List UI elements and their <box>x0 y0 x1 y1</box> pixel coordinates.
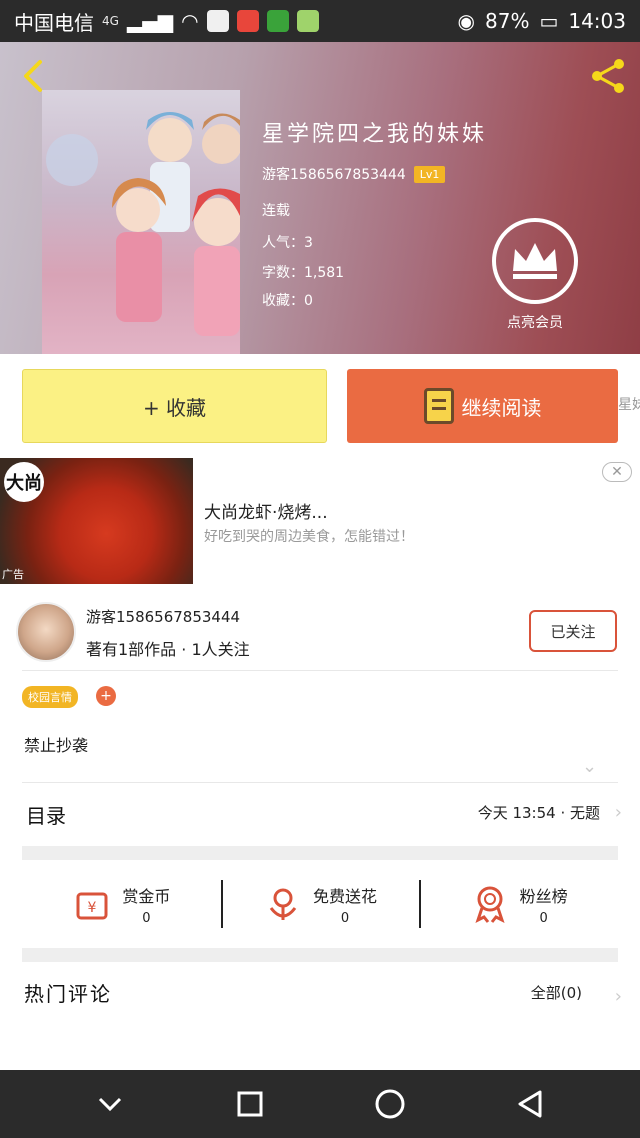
level-badge: Lv1 <box>413 165 446 183</box>
clock: 14:03 <box>568 9 626 33</box>
stat-value-flowers: 0 <box>340 910 350 926</box>
recent-apps-icon[interactable] <box>230 1084 270 1124</box>
follow-button[interactable]: 已关注 <box>529 610 617 652</box>
section-gap <box>22 846 618 860</box>
coin-icon: ¥ <box>76 892 108 920</box>
section-gap <box>22 948 618 962</box>
flower-icon <box>269 888 297 920</box>
divider <box>22 670 618 671</box>
add-tag-button[interactable]: + <box>96 686 116 706</box>
send-flower-button[interactable]: 免费送花 0 <box>220 862 420 946</box>
stat-value-coins: 0 <box>142 910 151 926</box>
wifi-icon: ◠ <box>181 9 199 33</box>
carrier-label: 中国电信 <box>14 10 94 35</box>
ad-logo: 大尚 <box>4 462 44 502</box>
ad-banner[interactable]: 大尚 广告 大尚龙虾·烧烤... 好吃到哭的周边美食，怎能错过！ ✕ <box>0 458 640 592</box>
status-bar: 中国电信 4G ▂▄▆ ◠ ◉ 87% ▭ 14:03 <box>0 0 640 42</box>
divider <box>22 782 618 783</box>
collection-count: 收藏：0 <box>262 293 313 309</box>
chevron-down-icon[interactable] <box>90 1084 130 1124</box>
action-bar: + 收藏 继续阅读 星妹 <box>0 354 640 458</box>
peek-text: 星妹 <box>618 397 640 413</box>
coin-reward-button[interactable]: ¥ 赏金币 0 <box>22 862 221 946</box>
all-comments-link[interactable]: 全部(0) <box>531 982 582 1003</box>
genre-tag[interactable]: 校园言情 <box>22 686 78 708</box>
crown-icon <box>492 218 578 304</box>
stats-row: ¥ 赏金币 0 免费送花 0 粉丝榜 0 <box>22 862 618 946</box>
book-description: 禁止抄袭 <box>24 736 89 755</box>
eye-comfort-icon: ◉ <box>457 9 475 33</box>
vip-label: 点亮会员 <box>507 315 563 331</box>
hot-comments-label: 热门评论 <box>24 982 112 1006</box>
serial-status: 连载 <box>262 203 290 219</box>
author-card-name[interactable]: 游客1586567853444 <box>86 606 240 627</box>
ad-image[interactable]: 大尚 广告 <box>0 458 193 584</box>
author-name: 游客1586567853444 <box>262 167 406 183</box>
expand-icon[interactable]: ⌄ <box>582 756 597 777</box>
network-type: 4G <box>102 14 119 28</box>
back-icon[interactable] <box>510 1084 550 1124</box>
stat-label-coins: 赏金币 <box>122 886 171 906</box>
signal-icon: ▂▄▆ <box>126 9 174 33</box>
svg-text:¥: ¥ <box>88 900 97 916</box>
stat-label-fans: 粉丝榜 <box>519 886 568 906</box>
app-icon-3 <box>296 10 319 32</box>
author-row[interactable]: 游客1586567853444 Lv1 <box>262 164 446 184</box>
battery-percent: 87% <box>485 9 530 33</box>
toc-label: 目录 <box>26 804 66 828</box>
fan-ranking-button[interactable]: 粉丝榜 0 <box>419 862 618 946</box>
home-icon[interactable] <box>370 1084 410 1124</box>
favorite-button[interactable]: + 收藏 <box>22 369 327 443</box>
stat-label-flowers: 免费送花 <box>313 886 378 906</box>
table-of-contents-row[interactable]: 目录 今天 13:54 · 无题 › <box>0 784 640 844</box>
continue-reading-label: 继续阅读 <box>461 395 542 420</box>
app-icon-2 <box>266 10 289 32</box>
book-details: 游客1586567853444 著有1部作品 · 1人关注 已关注 校园言情 +… <box>0 592 640 1070</box>
ad-description: 好吃到哭的周边美食，怎能错过！ <box>204 529 414 545</box>
badge-icon <box>475 886 505 923</box>
popularity: 人气：3 <box>262 235 313 251</box>
stat-value-fans: 0 <box>539 910 548 926</box>
latest-chapter: 今天 13:54 · 无题 <box>477 804 600 822</box>
qq-icon <box>206 10 229 32</box>
vip-button[interactable]: 点亮会员 <box>492 218 578 332</box>
ad-title: 大尚龙虾·烧烤... <box>204 503 328 523</box>
battery-icon: ▭ <box>539 9 559 33</box>
book-icon <box>423 388 454 424</box>
book-header: 星学院四之我的妹妹 游客1586567853444 Lv1 连载 人气：3 字数… <box>0 42 640 354</box>
word-count: 字数：1,581 <box>262 265 345 281</box>
author-avatar[interactable] <box>16 602 76 662</box>
continue-reading-button[interactable]: 继续阅读 <box>347 369 618 443</box>
book-cover[interactable] <box>42 90 240 354</box>
app-icon-1 <box>236 10 259 32</box>
share-icon[interactable] <box>588 56 628 96</box>
author-card-subtitle: 著有1部作品 · 1人关注 <box>86 640 250 659</box>
chevron-right-icon: › <box>614 986 622 1007</box>
book-title: 星学院四之我的妹妹 <box>262 122 488 147</box>
ad-tag: 广告 <box>2 568 24 581</box>
navigation-bar <box>0 1070 640 1138</box>
hot-comments-row[interactable]: 热门评论 全部(0) › <box>0 968 640 1028</box>
ad-close-icon[interactable]: ✕ <box>602 462 632 482</box>
chevron-right-icon: › <box>614 802 622 823</box>
